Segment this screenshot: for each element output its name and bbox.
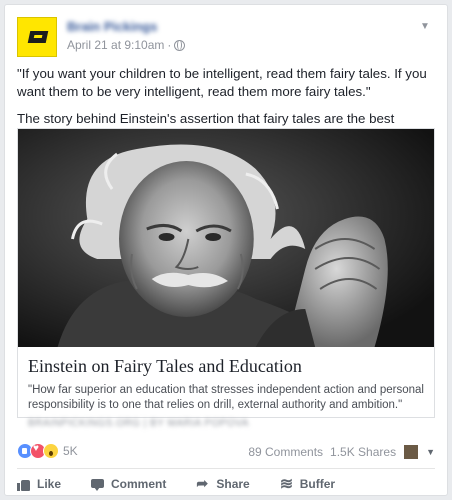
link-preview[interactable]: Einstein on Fairy Tales and Education "H… [17, 128, 435, 429]
engagement-stats: 5K 89 Comments 1.5K Shares ▼ [17, 443, 435, 463]
comment-button[interactable]: Comment [91, 477, 166, 491]
einstein-portrait-image [18, 129, 434, 347]
like-button[interactable]: Like [17, 477, 61, 491]
post-quote: "If you want your children to be intelli… [17, 66, 427, 99]
page-name-link[interactable]: Brain Pickings [67, 19, 157, 34]
comment-label: Comment [111, 477, 167, 491]
action-bar: Like Comment Share Buffer [17, 473, 435, 495]
chevron-down-icon[interactable]: ▼ [426, 447, 435, 457]
chevron-down-icon[interactable]: ▼ [417, 21, 433, 33]
globe-icon[interactable] [174, 39, 186, 51]
link-preview-body: Einstein on Fairy Tales and Education "H… [28, 351, 424, 429]
comment-share-counts: 89 Comments 1.5K Shares ▼ [248, 444, 435, 460]
post-meta: April 21 at 9:10am · [67, 38, 186, 52]
comment-icon [91, 478, 105, 491]
comments-count[interactable]: 89 Comments [248, 445, 323, 459]
share-icon [196, 475, 210, 492]
brain-pickings-logo [27, 31, 49, 43]
reaction-count[interactable]: 5K [63, 444, 78, 458]
shares-count[interactable]: 1.5K Shares [330, 445, 396, 459]
share-label: Share [216, 477, 250, 491]
share-button[interactable]: Share [196, 475, 250, 492]
reactions-summary[interactable]: 5K [17, 443, 78, 459]
like-label: Like [37, 477, 62, 491]
link-source: BRAINPICKINGS.ORG | BY MARIA POPOVA [28, 418, 249, 429]
buffer-icon [280, 474, 294, 494]
link-description: "How far superior an education that stre… [28, 384, 424, 411]
like-icon [17, 478, 31, 491]
post-header: Brain Pickings April 21 at 9:10am · ▼ [17, 17, 435, 57]
post-timestamp[interactable]: April 21 at 9:10am [67, 38, 164, 52]
meta-separator: · [167, 38, 172, 52]
divider [17, 468, 435, 469]
einstein-photo[interactable] [18, 129, 434, 347]
wow-reaction-icon [43, 443, 59, 459]
buffer-button[interactable]: Buffer [280, 474, 336, 494]
post-card: Brain Pickings April 21 at 9:10am · ▼ "I… [4, 4, 448, 496]
link-title[interactable]: Einstein on Fairy Tales and Education [28, 355, 424, 377]
page-thumbnail-icon[interactable] [403, 444, 420, 460]
page-avatar[interactable] [17, 17, 57, 57]
buffer-label: Buffer [299, 477, 336, 491]
